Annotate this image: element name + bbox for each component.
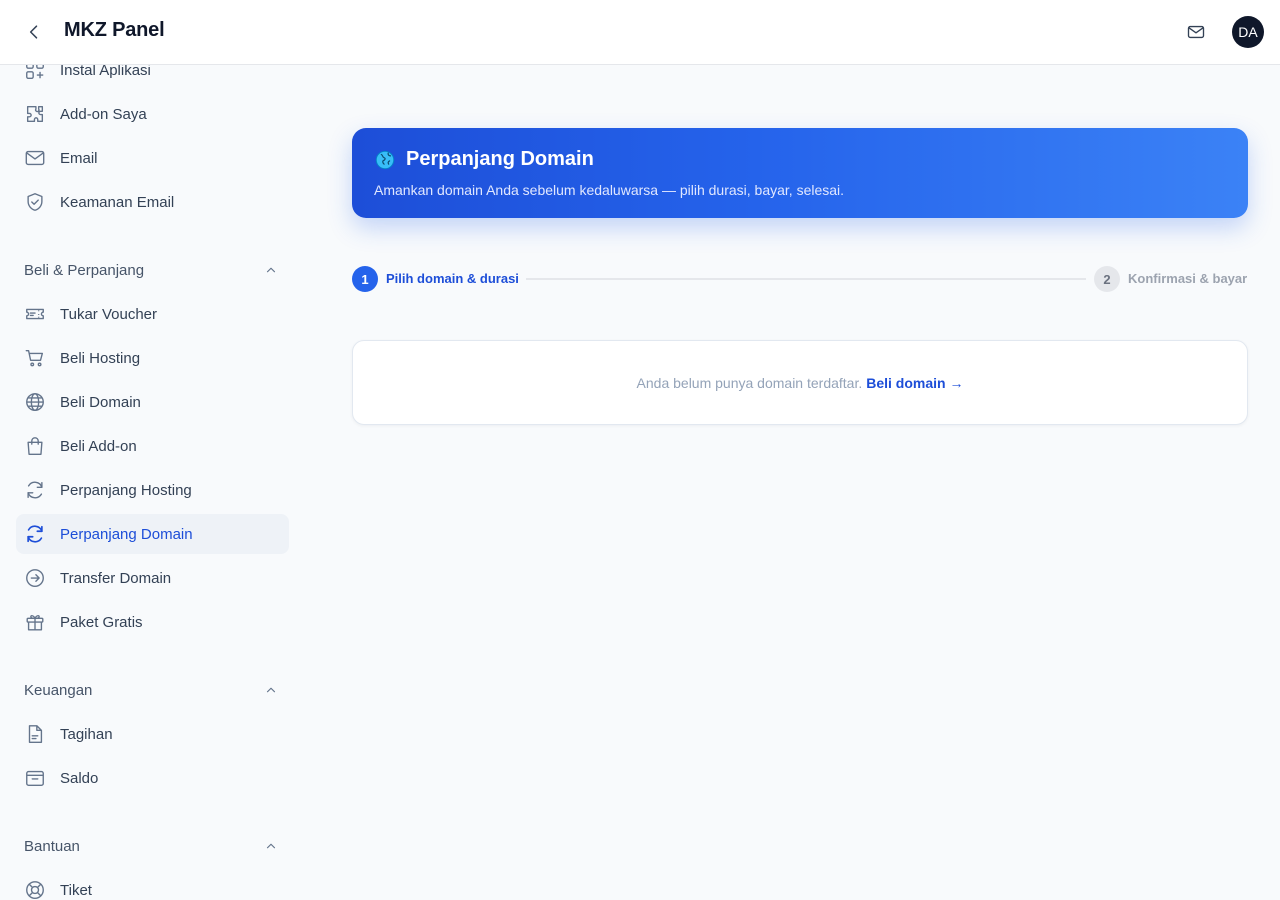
sidebar-item-keamanan-email[interactable]: Keamanan Email	[16, 182, 289, 222]
top-bar: MKZ Panel DA	[0, 0, 1280, 65]
sidebar-item-label: Tiket	[60, 881, 92, 899]
chevron-up-icon	[263, 682, 279, 698]
empty-state-card: Anda belum punya domain terdaftar. Beli …	[352, 340, 1248, 425]
buy-domain-link[interactable]: Beli domain →	[866, 375, 963, 391]
sidebar-item-perpanjang-hosting[interactable]: Perpanjang Hosting	[16, 470, 289, 510]
step-1-label: Pilih domain & durasi	[386, 271, 519, 286]
mail-icon	[24, 147, 46, 169]
step-1-number: 1	[352, 266, 378, 292]
inbox-button[interactable]	[1182, 18, 1210, 46]
chevron-left-icon	[29, 25, 38, 39]
page-subtitle: Amankan domain Anda sebelum kedaluwarsa …	[374, 182, 845, 198]
refresh-icon	[24, 523, 46, 545]
sidebar-item-label: Paket Gratis	[60, 613, 143, 631]
wallet-icon	[24, 767, 46, 789]
sidebar-item-tagihan[interactable]: Tagihan	[16, 714, 289, 754]
sidebar-item-saldo[interactable]: Saldo	[16, 758, 289, 798]
step-2-label: Konfirmasi & bayar	[1128, 271, 1248, 286]
section-title: Keuangan	[24, 681, 93, 699]
section-bantuan[interactable]: Bantuan	[24, 834, 279, 858]
chevron-up-icon	[263, 262, 279, 278]
refresh-icon	[24, 479, 46, 501]
sidebar-item-tukar-voucher[interactable]: Tukar Voucher	[16, 294, 289, 334]
sidebar-item-label: Perpanjang Hosting	[60, 481, 192, 499]
sidebar-item-label: Beli Domain	[60, 393, 141, 411]
globe-icon	[24, 391, 46, 413]
sidebar-item-email[interactable]: Email	[16, 138, 289, 178]
section-title: Bantuan	[24, 837, 80, 855]
puzzle-icon	[24, 103, 46, 125]
sidebar-item-label: Email	[60, 149, 98, 167]
gift-icon	[24, 611, 46, 633]
step-connector	[526, 278, 1086, 280]
sidebar-item-instal-aplikasi[interactable]: Instal Aplikasi	[16, 65, 289, 90]
sidebar-item-addon-saya[interactable]: Add-on Saya	[16, 94, 289, 134]
sidebar-item-label: Tukar Voucher	[60, 305, 157, 323]
app-title: MKZ Panel	[64, 19, 165, 41]
globe-icon	[374, 149, 396, 171]
sidebar-item-tiket[interactable]: Tiket	[16, 870, 289, 900]
ticket-icon	[24, 303, 46, 325]
sidebar-item-label: Keamanan Email	[60, 193, 175, 211]
sidebar-item-beli-hosting[interactable]: Beli Hosting	[16, 338, 289, 378]
sidebar-item-label: Saldo	[60, 769, 99, 787]
sidebar-item-label: Tagihan	[60, 725, 113, 743]
mail-icon	[1187, 25, 1205, 39]
sidebar-item-label: Perpanjang Domain	[60, 525, 193, 543]
chevron-up-icon	[263, 838, 279, 854]
section-title: Beli & Perpanjang	[24, 261, 145, 279]
sidebar-item-paket-gratis[interactable]: Paket Gratis	[16, 602, 289, 642]
sidebar-item-transfer-domain[interactable]: Transfer Domain	[16, 558, 289, 598]
sidebar-item-label: Transfer Domain	[60, 569, 172, 587]
sidebar-item-label: Add-on Saya	[60, 105, 147, 123]
stepper: 1 Pilih domain & durasi 2 Konfirmasi & b…	[352, 266, 1248, 292]
arrow-circle-right-icon	[24, 567, 46, 589]
back-button[interactable]	[20, 18, 48, 46]
sidebar-item-beli-addon[interactable]: Beli Add-on	[16, 426, 289, 466]
sidebar-item-perpanjang-domain[interactable]: Perpanjang Domain	[16, 514, 289, 554]
section-keuangan[interactable]: Keuangan	[24, 678, 279, 702]
sidebar-item-label: Instal Aplikasi	[60, 65, 151, 79]
user-avatar[interactable]: DA	[1232, 16, 1264, 48]
sidebar-item-label: Beli Hosting	[60, 349, 141, 367]
step-2-number: 2	[1094, 266, 1120, 292]
section-beli-perpanjang[interactable]: Beli & Perpanjang	[24, 258, 279, 282]
apps-plus-icon	[24, 65, 46, 81]
shield-check-icon	[24, 191, 46, 213]
page-banner: Perpanjang Domain Amankan domain Anda se…	[352, 128, 1248, 218]
sidebar-item-label: Beli Add-on	[60, 437, 137, 455]
sidebar-item-beli-domain[interactable]: Beli Domain	[16, 382, 289, 422]
cart-icon	[24, 347, 46, 369]
empty-state-text: Anda belum punya domain terdaftar.	[636, 374, 863, 391]
page-title: Perpanjang Domain	[406, 148, 594, 170]
lifebuoy-icon	[24, 879, 46, 900]
document-icon	[24, 723, 46, 745]
shopping-bag-icon	[24, 435, 46, 457]
sidebar: Instal Aplikasi Add-on Saya Email Keaman…	[0, 65, 305, 900]
